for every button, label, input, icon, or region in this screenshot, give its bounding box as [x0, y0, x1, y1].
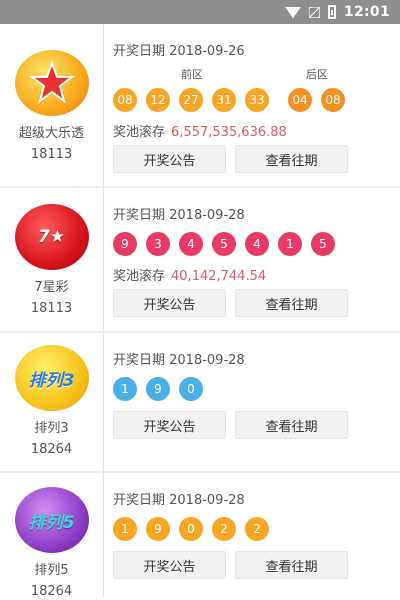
history-button[interactable]: 查看往期 [235, 411, 348, 439]
front-ball: 31 [212, 88, 236, 112]
number-ball: 9 [146, 377, 170, 401]
number-ball: 0 [179, 377, 203, 401]
pl5-logo: 排列5 [14, 487, 89, 553]
back-ball: 04 [288, 88, 312, 112]
qxc-logo-mark: 7★ [37, 227, 66, 247]
lottery-list: 超级大乐透 18113 开奖日期 2018-09-26 前区 后区 08 12 … [0, 24, 400, 599]
lottery-issue: 18264 [30, 584, 73, 599]
front-ball: 27 [179, 88, 203, 112]
pool-label: 奖池滚存 [113, 125, 166, 140]
back-ball: 08 [321, 88, 345, 112]
lottery-name: 排列5 [34, 563, 69, 578]
announcement-button[interactable]: 开奖公告 [113, 411, 226, 439]
lottery-row-dlt[interactable]: 超级大乐透 18113 开奖日期 2018-09-26 前区 后区 08 12 … [0, 24, 400, 188]
lottery-name: 超级大乐透 [18, 126, 84, 141]
announcement-button[interactable]: 开奖公告 [113, 551, 226, 579]
front-ball: 12 [146, 88, 170, 112]
front-zone-label: 前区 [181, 68, 203, 81]
number-ball: 0 [179, 517, 203, 541]
number-ball: 9 [113, 232, 137, 256]
number-ball: 1 [113, 517, 137, 541]
number-ball: 5 [311, 232, 335, 256]
lottery-issue: 18113 [30, 147, 73, 162]
battery-charging-icon [327, 5, 336, 19]
back-zone-label: 后区 [306, 68, 328, 81]
pool-value: 40,142,744.54 [171, 269, 267, 284]
pl5-logo-mark: 排列5 [28, 512, 75, 533]
lottery-issue: 18264 [30, 442, 73, 457]
dlt-logo [14, 50, 89, 116]
no-signal-icon [308, 6, 320, 18]
winning-numbers: 08 12 27 31 33 04 08 [113, 88, 354, 112]
lottery-name: 7星彩 [34, 280, 69, 295]
number-ball: 1 [278, 232, 302, 256]
pool-value: 6,557,535,636.88 [171, 125, 287, 140]
history-button[interactable]: 查看往期 [235, 145, 348, 173]
qxc-logo: 7★ [14, 204, 89, 270]
draw-date: 开奖日期 2018-09-28 [113, 208, 245, 223]
winning-numbers: 9 3 4 5 4 1 5 [113, 232, 344, 256]
number-ball: 1 [113, 377, 137, 401]
wifi-icon [284, 6, 301, 18]
winning-numbers: 1 9 0 [113, 377, 212, 401]
lottery-row-pl3[interactable]: 排列3 排列3 18264 开奖日期 2018-09-28 1 9 0 开奖公告… [0, 333, 400, 473]
jackpot-pool: 奖池滚存 40,142,744.54 [113, 265, 266, 284]
announcement-button[interactable]: 开奖公告 [113, 289, 226, 317]
number-ball: 4 [179, 232, 203, 256]
draw-date: 开奖日期 2018-09-28 [113, 353, 245, 368]
front-ball: 33 [245, 88, 269, 112]
number-ball: 2 [212, 517, 236, 541]
jackpot-pool: 奖池滚存 6,557,535,636.88 [113, 121, 287, 140]
pool-label: 奖池滚存 [113, 269, 166, 284]
number-ball: 4 [245, 232, 269, 256]
number-ball: 2 [245, 517, 269, 541]
star-icon [28, 60, 75, 104]
lottery-row-pl5[interactable]: 排列5 排列5 18264 开奖日期 2018-09-28 1 9 0 2 2 … [0, 473, 400, 599]
status-bar: 12:01 [0, 0, 400, 24]
draw-date: 开奖日期 2018-09-26 [113, 44, 245, 59]
clock: 12:01 [343, 4, 390, 20]
front-ball: 08 [113, 88, 137, 112]
pl3-logo-mark: 排列3 [28, 370, 75, 391]
number-ball: 9 [146, 517, 170, 541]
number-ball: 3 [146, 232, 170, 256]
announcement-button[interactable]: 开奖公告 [113, 145, 226, 173]
history-button[interactable]: 查看往期 [235, 551, 348, 579]
lottery-row-7xc[interactable]: 7★ 7星彩 18113 开奖日期 2018-09-28 9 3 4 5 4 1… [0, 188, 400, 333]
pl3-logo: 排列3 [14, 345, 89, 411]
lottery-name: 排列3 [34, 421, 69, 436]
history-button[interactable]: 查看往期 [235, 289, 348, 317]
winning-numbers: 1 9 0 2 2 [113, 517, 278, 541]
lottery-issue: 18113 [30, 301, 73, 316]
draw-date: 开奖日期 2018-09-28 [113, 493, 245, 508]
number-ball: 5 [212, 232, 236, 256]
